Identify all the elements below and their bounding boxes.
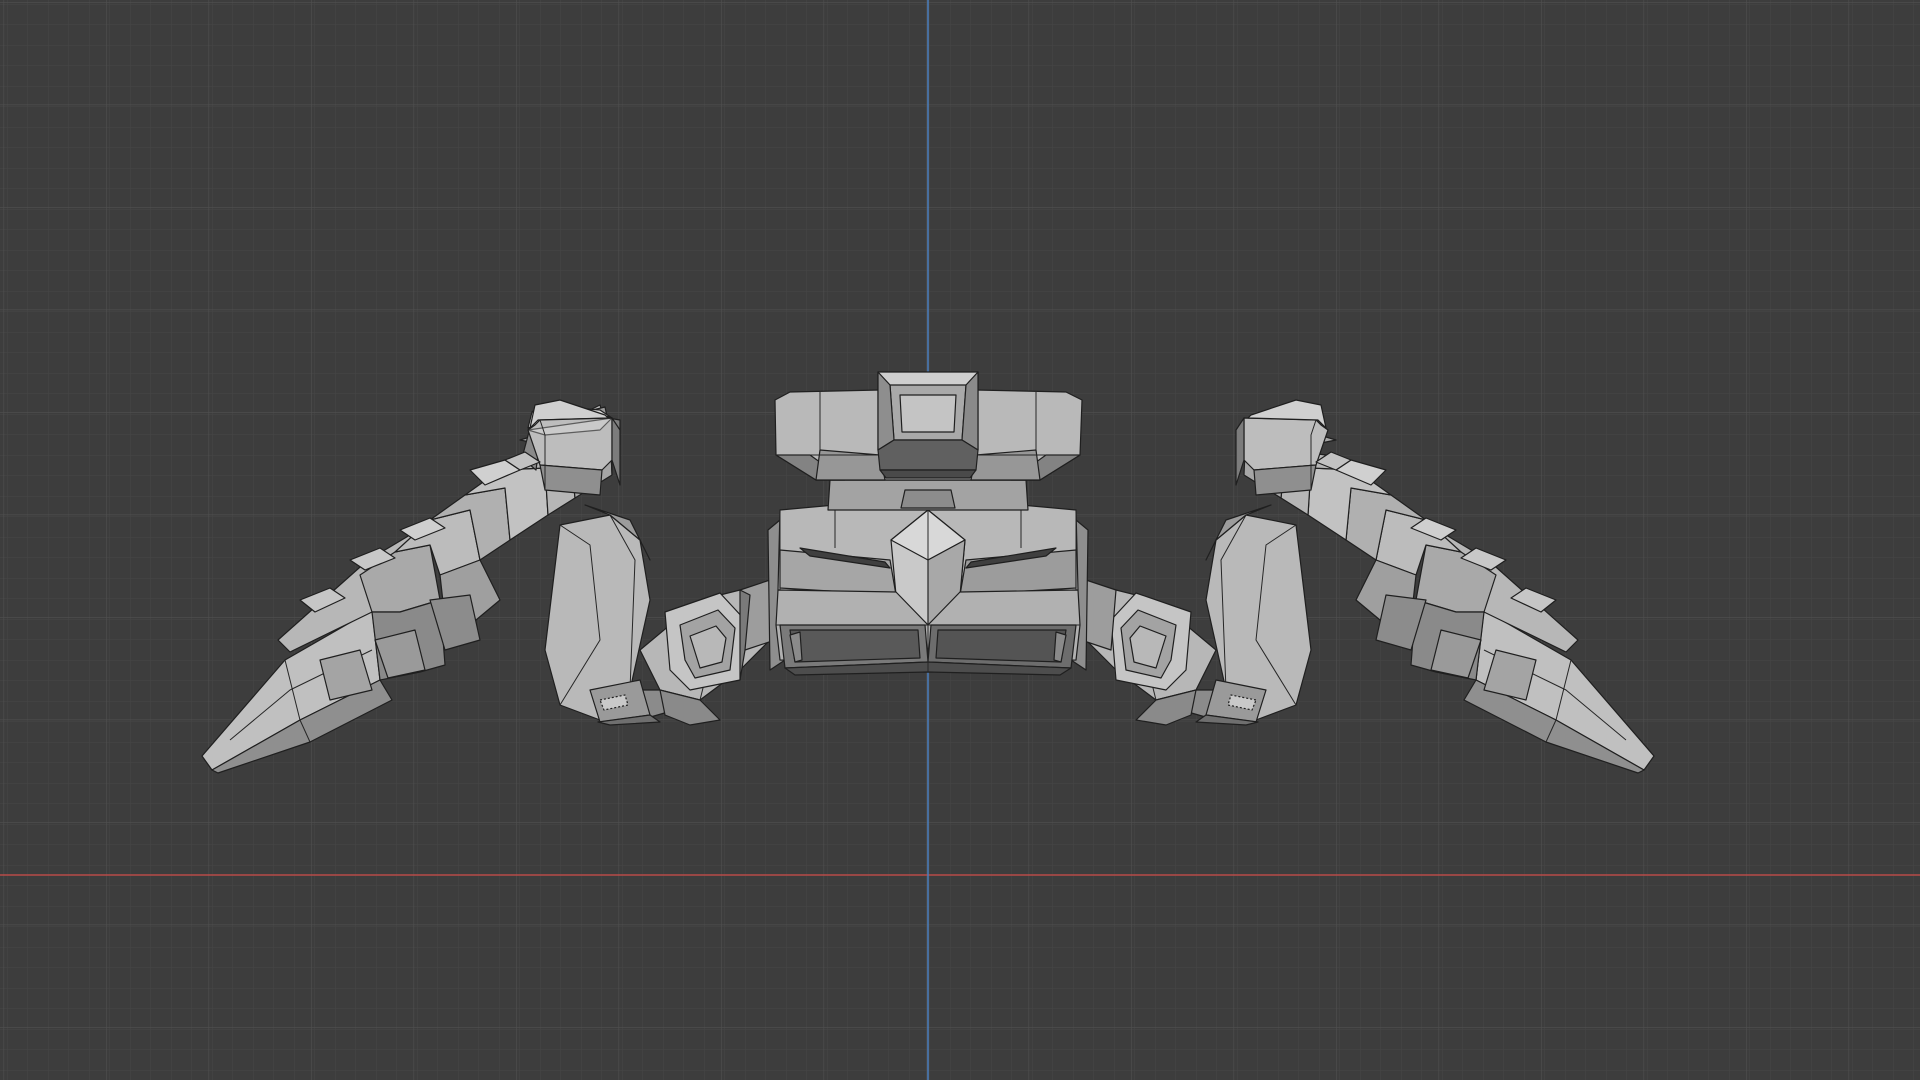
torso-body[interactable] [767,504,1089,676]
3d-viewport[interactable] [0,0,1920,1080]
